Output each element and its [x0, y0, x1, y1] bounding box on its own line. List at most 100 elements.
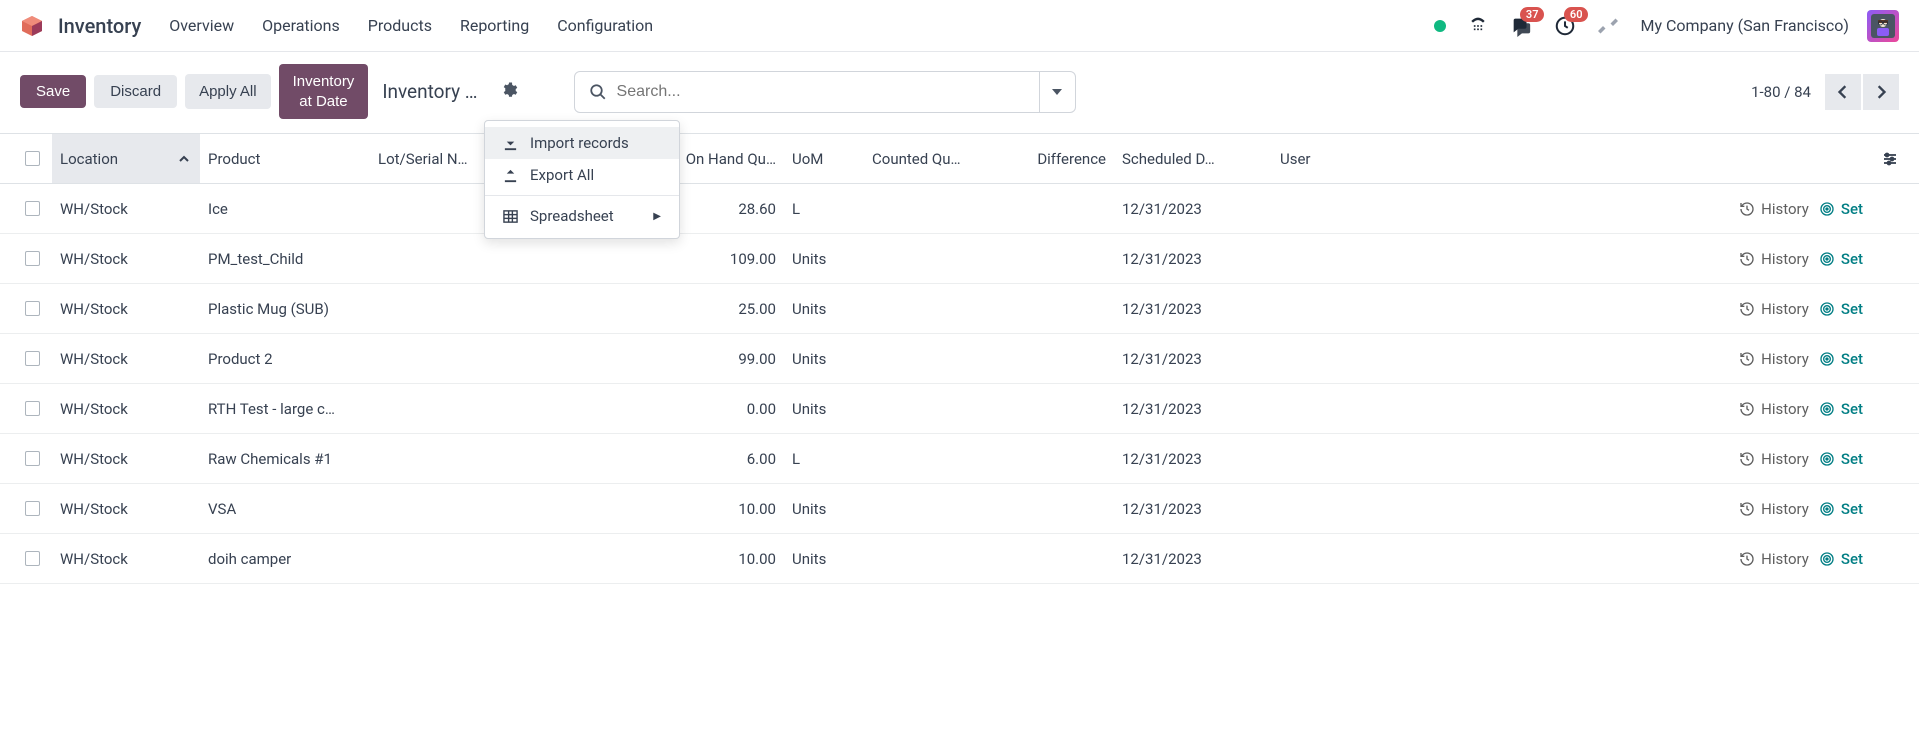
apply-all-button[interactable]: Apply All [185, 74, 271, 110]
set-button[interactable]: Set [1819, 300, 1863, 318]
table-row[interactable]: WH/StockRaw Chemicals #16.00L12/31/2023H… [0, 434, 1919, 484]
cell-location: WH/Stock [52, 250, 200, 268]
target-icon [1819, 201, 1835, 217]
table-row[interactable]: WH/Stockdoih camper10.00Units12/31/2023H… [0, 534, 1919, 584]
table-row[interactable]: WH/StockVSA10.00Units12/31/2023HistorySe… [0, 484, 1919, 534]
connection-status-icon [1434, 20, 1446, 32]
save-button[interactable]: Save [20, 75, 86, 108]
table-row[interactable]: WH/StockPM_test_Child109.00Units12/31/20… [0, 234, 1919, 284]
cell-uom: Units [784, 500, 864, 518]
col-onhand[interactable]: On Hand Qu… [668, 150, 784, 168]
col-scheduled[interactable]: Scheduled D… [1114, 150, 1272, 168]
cell-product: RTH Test - large c… [200, 400, 370, 418]
cell-scheduled: 12/31/2023 [1114, 500, 1272, 518]
cell-product: Plastic Mug (SUB) [200, 300, 370, 318]
row-checkbox[interactable] [12, 201, 52, 216]
history-label: History [1761, 550, 1809, 568]
history-label: History [1761, 350, 1809, 368]
row-checkbox[interactable] [12, 301, 52, 316]
history-button[interactable]: History [1739, 400, 1809, 418]
cell-product: Product 2 [200, 350, 370, 368]
phone-icon[interactable] [1468, 16, 1488, 36]
history-button[interactable]: History [1739, 500, 1809, 518]
nav-operations[interactable]: Operations [262, 16, 340, 35]
chevron-right-icon: ▶ [653, 211, 661, 222]
table-row[interactable]: WH/StockPlastic Mug (SUB)25.00Units12/31… [0, 284, 1919, 334]
history-button[interactable]: History [1739, 450, 1809, 468]
user-avatar[interactable] [1867, 10, 1899, 42]
search-input[interactable] [617, 83, 1025, 101]
discard-button[interactable]: Discard [94, 75, 177, 108]
target-icon [1819, 401, 1835, 417]
col-counted[interactable]: Counted Qu… [864, 150, 1024, 168]
cell-location: WH/Stock [52, 500, 200, 518]
activities-icon[interactable]: 60 [1554, 15, 1576, 37]
nav-overview[interactable]: Overview [169, 16, 234, 35]
history-icon [1739, 201, 1755, 217]
inventory-at-date-button[interactable]: Inventory at Date [279, 64, 369, 119]
select-all-checkbox[interactable] [12, 151, 52, 166]
cell-scheduled: 12/31/2023 [1114, 450, 1272, 468]
cell-scheduled: 12/31/2023 [1114, 350, 1272, 368]
row-checkbox[interactable] [12, 251, 52, 266]
col-lot[interactable]: Lot/Serial N… [370, 150, 476, 168]
nav-reporting[interactable]: Reporting [460, 16, 529, 35]
nav-products[interactable]: Products [368, 16, 432, 35]
row-checkbox[interactable] [12, 351, 52, 366]
pager-prev-button[interactable] [1825, 74, 1861, 110]
cell-onhand: 109.00 [668, 250, 784, 268]
cell-location: WH/Stock [52, 300, 200, 318]
history-button[interactable]: History [1739, 200, 1809, 218]
app-logo[interactable] [20, 14, 44, 38]
row-checkbox[interactable] [12, 401, 52, 416]
set-button[interactable]: Set [1819, 550, 1863, 568]
cell-product: doih camper [200, 550, 370, 568]
pager-text[interactable]: 1-80 / 84 [1751, 83, 1811, 101]
row-checkbox[interactable] [12, 501, 52, 516]
history-icon [1739, 301, 1755, 317]
breadcrumb: Inventory … [382, 80, 477, 103]
import-records-label: Import records [530, 134, 629, 152]
history-icon [1739, 551, 1755, 567]
set-button[interactable]: Set [1819, 500, 1863, 518]
app-title[interactable]: Inventory [58, 14, 141, 38]
set-label: Set [1841, 450, 1863, 468]
col-difference[interactable]: Difference [1024, 150, 1114, 168]
company-selector[interactable]: My Company (San Francisco) [1640, 16, 1849, 35]
pager-next-button[interactable] [1863, 74, 1899, 110]
history-button[interactable]: History [1739, 350, 1809, 368]
spreadsheet-item[interactable]: Spreadsheet ▶ [485, 200, 679, 232]
nav-configuration[interactable]: Configuration [557, 16, 653, 35]
col-product[interactable]: Product [200, 150, 370, 168]
history-button[interactable]: History [1739, 250, 1809, 268]
export-all-item[interactable]: Export All [485, 159, 679, 191]
activities-badge: 60 [1564, 7, 1589, 22]
row-checkbox[interactable] [12, 451, 52, 466]
set-button[interactable]: Set [1819, 450, 1863, 468]
inventory-at-date-label: Inventory at Date [293, 72, 355, 111]
table-row[interactable]: WH/StockIce28.60L12/31/2023HistorySet [0, 184, 1919, 234]
search-options-toggle[interactable] [1039, 72, 1075, 112]
col-uom[interactable]: UoM [784, 150, 864, 168]
set-button[interactable]: Set [1819, 400, 1863, 418]
col-location[interactable]: Location [52, 134, 200, 183]
history-button[interactable]: History [1739, 300, 1809, 318]
messages-icon[interactable]: 37 [1510, 15, 1532, 37]
set-button[interactable]: Set [1819, 250, 1863, 268]
column-settings-icon[interactable] [1873, 151, 1907, 167]
actions-dropdown: Import records Export All Spreadsheet ▶ [484, 120, 680, 239]
table-row[interactable]: WH/StockRTH Test - large c…0.00Units12/3… [0, 384, 1919, 434]
set-button[interactable]: Set [1819, 350, 1863, 368]
gear-icon[interactable] [496, 77, 522, 107]
tools-icon[interactable] [1598, 16, 1618, 36]
target-icon [1819, 251, 1835, 267]
row-checkbox[interactable] [12, 551, 52, 566]
col-user[interactable]: User [1272, 150, 1472, 168]
history-label: History [1761, 250, 1809, 268]
import-records-item[interactable]: Import records [485, 127, 679, 159]
cell-onhand: 6.00 [668, 450, 784, 468]
history-button[interactable]: History [1739, 550, 1809, 568]
cell-scheduled: 12/31/2023 [1114, 200, 1272, 218]
table-row[interactable]: WH/StockProduct 299.00Units12/31/2023His… [0, 334, 1919, 384]
set-button[interactable]: Set [1819, 200, 1863, 218]
